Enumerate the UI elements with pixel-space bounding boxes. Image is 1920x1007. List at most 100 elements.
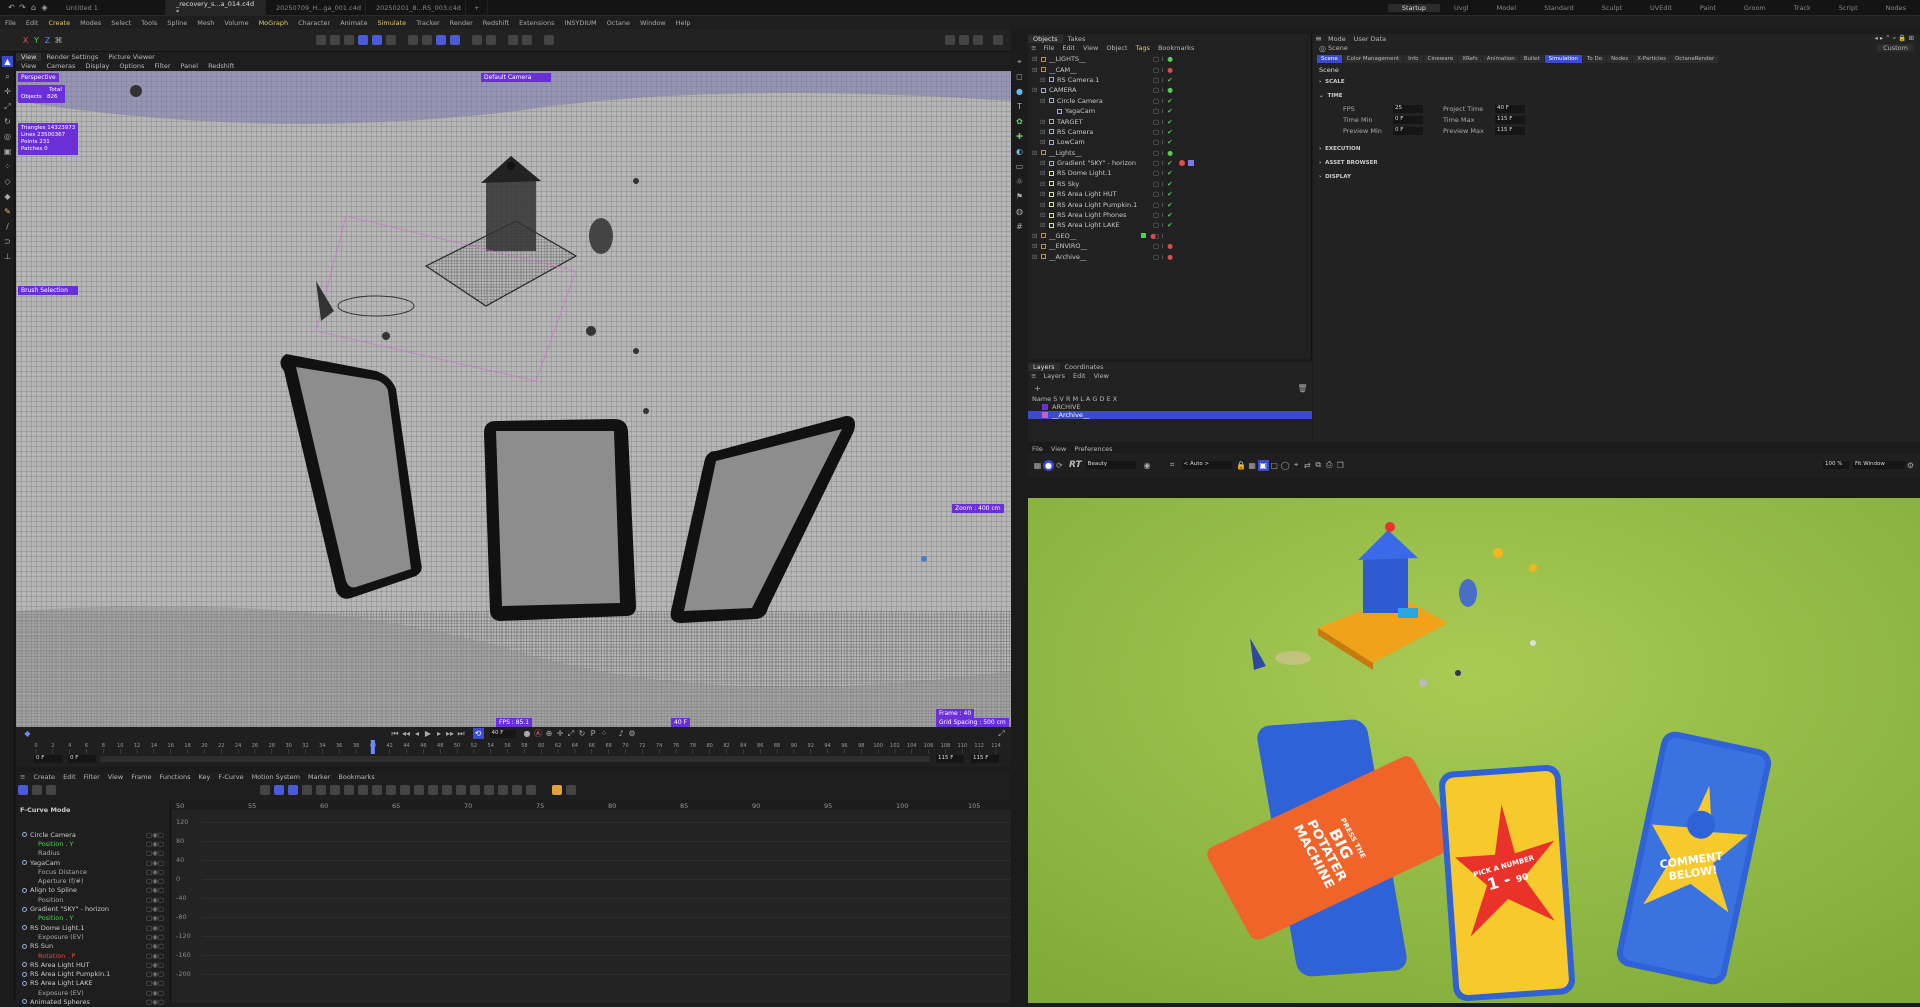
object-visibility-flags[interactable]: ▢ ⁞ bbox=[1153, 86, 1163, 94]
object-enabled-icon[interactable]: ● bbox=[1167, 55, 1173, 63]
object-row[interactable]: ⊟ __Lights__ ▢ ⁞ ● bbox=[1028, 148, 1311, 158]
camera-icon[interactable] bbox=[408, 35, 418, 45]
track-visibility-icon[interactable]: ▢◉▢ bbox=[146, 840, 164, 848]
light-icon[interactable] bbox=[422, 35, 432, 45]
menu-redshift[interactable]: Redshift bbox=[478, 19, 514, 27]
compare-icon[interactable]: ⇄ bbox=[1302, 460, 1313, 471]
object-enabled-icon[interactable]: ✔ bbox=[1167, 128, 1172, 136]
layer-menu-edit[interactable]: Edit bbox=[1069, 372, 1090, 380]
menu-character[interactable]: Character bbox=[293, 19, 335, 27]
track-visibility-icon[interactable]: ▢◉▢ bbox=[146, 831, 164, 839]
sphere-icon[interactable]: ● bbox=[1014, 86, 1025, 97]
tab-takes[interactable]: Takes bbox=[1063, 35, 1091, 43]
expand-arrow-icon[interactable]: ⊟ bbox=[1032, 253, 1038, 261]
fcurve-menu-icon[interactable]: ≡ bbox=[16, 773, 29, 781]
menu-render[interactable]: Render bbox=[445, 19, 478, 27]
document-tab-rs[interactable]: 20250201_8...RS_003.c4d bbox=[366, 0, 466, 16]
select-icon[interactable]: ⌖ bbox=[1014, 56, 1025, 67]
track-visibility-icon[interactable]: ▢◉▢ bbox=[146, 886, 164, 894]
fcurve-graph[interactable]: 50 55 60 65 70 75 80 85 90 95 100 105 120 80 40 0 -40 -8… bbox=[172, 800, 1011, 1003]
object-visibility-flags[interactable]: ▢ ⁞ bbox=[1153, 97, 1163, 105]
cloner-icon[interactable] bbox=[358, 35, 368, 45]
fcurve-menu-filter[interactable]: Filter bbox=[80, 773, 104, 781]
snap-keys-icon[interactable] bbox=[274, 785, 284, 795]
layout-nodes[interactable]: Nodes bbox=[1872, 4, 1920, 12]
track-row[interactable]: RS Area Light HUT ▢◉▢ bbox=[16, 960, 170, 969]
crop-icon[interactable]: ⌗ bbox=[1167, 460, 1178, 471]
cube-primitive-icon[interactable] bbox=[316, 35, 326, 45]
go-to-start-icon[interactable]: ⏮ bbox=[390, 728, 401, 739]
track-row[interactable]: Exposure (EV) ▢◉▢ bbox=[16, 988, 170, 997]
render-view-icon[interactable] bbox=[486, 35, 496, 45]
x-axis-icon[interactable]: X bbox=[20, 35, 31, 46]
fcurve-menu-marker[interactable]: Marker bbox=[304, 773, 334, 781]
render-active-view-icon[interactable] bbox=[945, 35, 955, 45]
light-add-icon[interactable]: ☼ bbox=[1014, 176, 1025, 187]
focus-icon[interactable]: ⌖ bbox=[1291, 460, 1302, 471]
field-value[interactable]: 25 bbox=[1393, 104, 1423, 113]
object-enabled-icon[interactable]: ✔ bbox=[1167, 211, 1172, 219]
step-icon[interactable] bbox=[316, 785, 326, 795]
redo-icon[interactable]: ↷ bbox=[17, 2, 28, 13]
object-visibility-flags[interactable]: ▢ ⁞ bbox=[1153, 180, 1163, 188]
section-scale[interactable]: › SCALE bbox=[1319, 75, 1920, 89]
zoom-field[interactable]: 100 % bbox=[1823, 461, 1849, 469]
deformer-icon[interactable] bbox=[372, 35, 382, 45]
fcurve-menu-functions[interactable]: Functions bbox=[155, 773, 194, 781]
key-zero-icon[interactable] bbox=[414, 785, 424, 795]
nav-arrows[interactable]: ◂ ▸ ⌃ ⌕ 🔒 ⊞ bbox=[1869, 34, 1920, 43]
auto-dropdown[interactable]: < Auto > bbox=[1181, 461, 1232, 469]
track-row[interactable]: Align to Spline ▢◉▢ bbox=[16, 886, 170, 895]
layout-uvedit[interactable]: UVEdit bbox=[1636, 4, 1686, 12]
bucket-icon[interactable]: ▢ bbox=[1269, 460, 1280, 471]
cube-icon[interactable]: ◈ bbox=[39, 2, 50, 13]
expand-arrow-icon[interactable]: ⊟ bbox=[1040, 221, 1046, 229]
text-icon[interactable]: T bbox=[1014, 101, 1025, 112]
world-icon[interactable]: ⌘ bbox=[53, 35, 64, 46]
auto-tangent-icon[interactable] bbox=[288, 785, 298, 795]
key-mute-icon[interactable] bbox=[428, 785, 438, 795]
sound-icon[interactable]: ♪ bbox=[616, 728, 627, 739]
object-row[interactable]: ⊟ RS Area Light Pumpkin.1 ▢ ⁞ ✔ bbox=[1028, 199, 1311, 209]
axis-icon[interactable]: ⊥ bbox=[2, 251, 13, 262]
expand-arrow-icon[interactable]: ⊟ bbox=[1040, 76, 1046, 84]
edges-mode-icon[interactable]: ◇ bbox=[2, 176, 13, 187]
viewport-menu-options[interactable]: Options bbox=[114, 62, 149, 70]
range-slider[interactable]: 0 F 0 F 115 F 115 F bbox=[16, 754, 1011, 764]
track-visibility-icon[interactable]: ▢◉▢ bbox=[146, 998, 164, 1006]
copy-icon[interactable]: ❐ bbox=[1335, 460, 1346, 471]
menu-tracker[interactable]: Tracker bbox=[411, 19, 444, 27]
object-menu-icon[interactable]: ≡ bbox=[1028, 44, 1039, 52]
layout-uvgl[interactable]: Uvgl bbox=[1440, 4, 1483, 12]
region-icon[interactable]: ▣ bbox=[1257, 459, 1269, 471]
object-visibility-flags[interactable]: ▢ ⁞ bbox=[1153, 55, 1163, 63]
polygons-mode-icon[interactable]: ◆ bbox=[2, 191, 13, 202]
object-row[interactable]: ⊟ LowCam ▢ ⁞ ✔ bbox=[1028, 137, 1311, 147]
menu-animate[interactable]: Animate bbox=[335, 19, 372, 27]
object-visibility-flags[interactable]: ▢ ⁞ bbox=[1153, 76, 1163, 84]
track-visibility-icon[interactable]: ▢◉▢ bbox=[146, 896, 164, 904]
object-row[interactable]: ⊟ Circle Camera ▢ ⁞ ✔ bbox=[1028, 96, 1311, 106]
track-row[interactable]: Position . Y ▢◉▢ bbox=[16, 914, 170, 923]
layer-row-archive[interactable]: ARCHIVE bbox=[1028, 403, 1312, 411]
track-visibility-icon[interactable]: ▢◉▢ bbox=[146, 942, 164, 950]
perspective-viewport[interactable]: Perspective Default Camera Total Objects… bbox=[16, 71, 1011, 727]
object-visibility-flags[interactable]: ▢ ⁞ bbox=[1153, 253, 1163, 261]
expand-arrow-icon[interactable]: ⊟ bbox=[1032, 66, 1038, 74]
document-tab-recovery[interactable]: _recovery_s...a_014.c4d * bbox=[166, 0, 266, 16]
layout-sculpt[interactable]: Sculpt bbox=[1588, 4, 1636, 12]
motion-mode-icon[interactable] bbox=[46, 785, 56, 795]
fcurve-menu-f-curve[interactable]: F-Curve bbox=[214, 773, 247, 781]
object-menu-tags[interactable]: Tags bbox=[1132, 44, 1154, 52]
model-mode-icon[interactable]: ▣ bbox=[2, 146, 13, 157]
layer-menu-icon[interactable]: ≡ bbox=[1028, 372, 1039, 380]
layout-model[interactable]: Model bbox=[1483, 4, 1531, 12]
object-visibility-flags[interactable]: ▢ ⁞ bbox=[1153, 211, 1163, 219]
settings-icon[interactable]: ⚙ bbox=[627, 728, 638, 739]
snapshot-icon[interactable]: ⧉ bbox=[1313, 460, 1324, 471]
range-end-field[interactable]: 115 F bbox=[971, 755, 999, 763]
object-visibility-flags[interactable]: ▢ ⁞ bbox=[1153, 190, 1163, 198]
keyframe-selection-icon[interactable]: ⊕ bbox=[544, 728, 555, 739]
field-icon[interactable] bbox=[386, 35, 396, 45]
section-asset-browser[interactable]: › ASSET BROWSER bbox=[1319, 156, 1920, 170]
